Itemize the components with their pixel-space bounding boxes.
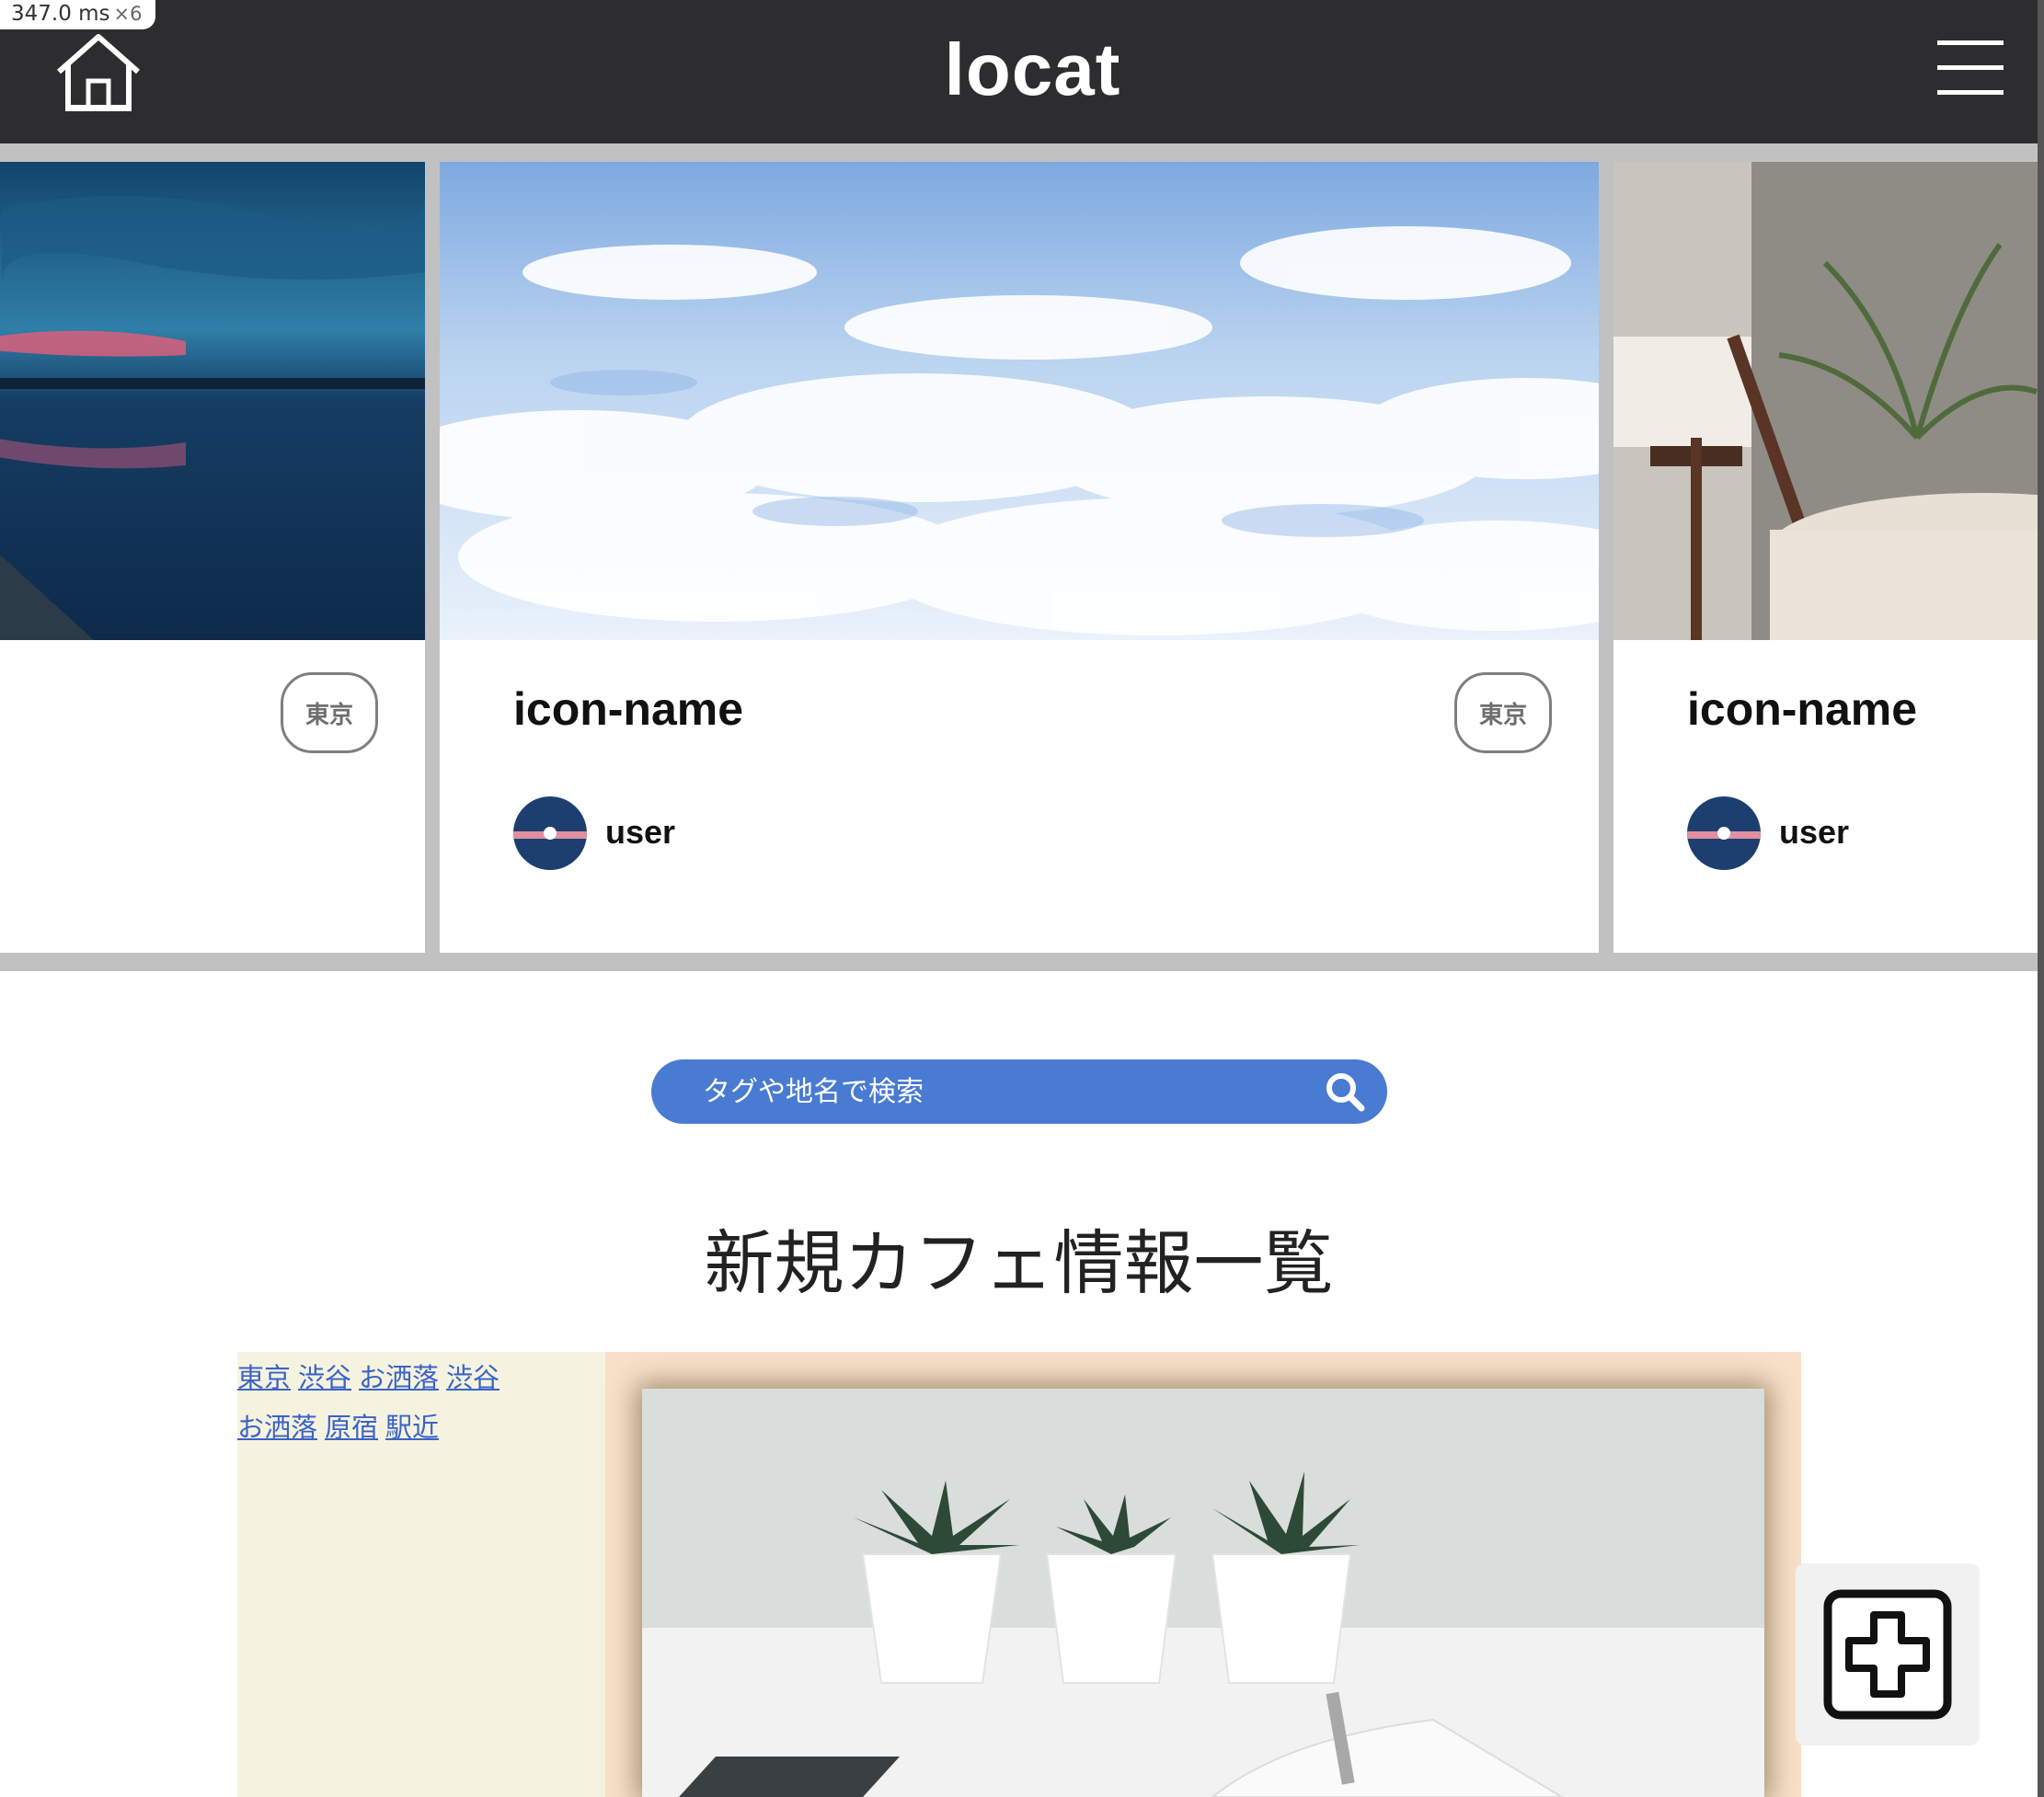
card-image — [440, 162, 1599, 640]
tag-link[interactable]: 駅近 — [385, 1405, 439, 1449]
perf-time: 347.0 ms — [11, 2, 110, 26]
hamburger-menu-icon — [1937, 90, 2004, 95]
app-header: locat — [0, 0, 2038, 143]
add-post-button[interactable] — [1796, 1563, 1980, 1745]
tag-link[interactable]: お洒落 — [237, 1405, 317, 1449]
section-title: 新規カフェ情報一覧 — [704, 1222, 1334, 1304]
tag-link[interactable]: 渋谷 — [298, 1356, 351, 1400]
search-icon[interactable] — [1325, 1071, 1365, 1112]
card-title[interactable]: icon-name — [513, 682, 743, 736]
tag-link[interactable]: お洒落 — [359, 1356, 439, 1400]
card-title[interactable]: icon-name — [1687, 682, 1917, 736]
tag-link[interactable]: 原宿 — [325, 1405, 378, 1449]
plus-square-icon — [1823, 1589, 1952, 1720]
feature-image[interactable] — [642, 1389, 1764, 1797]
tag-link[interactable]: 東京 — [237, 1356, 291, 1400]
window-edge — [2038, 0, 2044, 1797]
card-image — [1613, 162, 2038, 640]
card-username[interactable]: user — [605, 813, 675, 852]
search-bar[interactable] — [651, 1059, 1387, 1124]
carousel-card[interactable]: icon-name 東京 user — [1613, 162, 2038, 953]
hamburger-menu-icon — [1937, 40, 2004, 45]
search-input[interactable] — [703, 1059, 1292, 1124]
card-image — [0, 162, 425, 640]
perf-overlay: 347.0 ms ×6 — [0, 0, 155, 29]
carousel-card[interactable]: icon-name 東京 user — [440, 162, 1599, 953]
card-username[interactable]: user — [1779, 813, 1849, 852]
carousel-card[interactable]: icon-name 東京 user — [0, 162, 425, 953]
card-tag[interactable]: 東京 — [281, 672, 378, 753]
menu-button[interactable] — [1937, 40, 2004, 96]
feature-card[interactable] — [605, 1352, 1801, 1797]
tag-link[interactable]: 渋谷 — [446, 1356, 500, 1400]
card-tag[interactable]: 東京 — [1454, 672, 1552, 753]
perf-multiplier: ×6 — [113, 3, 143, 25]
tag-panel: 東京 渋谷 お洒落 渋谷 お洒落 原宿 駅近 — [237, 1352, 605, 1797]
site-title[interactable]: locat — [0, 28, 2044, 112]
avatar[interactable] — [513, 796, 587, 870]
avatar[interactable] — [1687, 796, 1761, 870]
hamburger-menu-icon — [1937, 65, 2004, 70]
featured-carousel[interactable]: icon-name 東京 user — [0, 143, 2038, 971]
